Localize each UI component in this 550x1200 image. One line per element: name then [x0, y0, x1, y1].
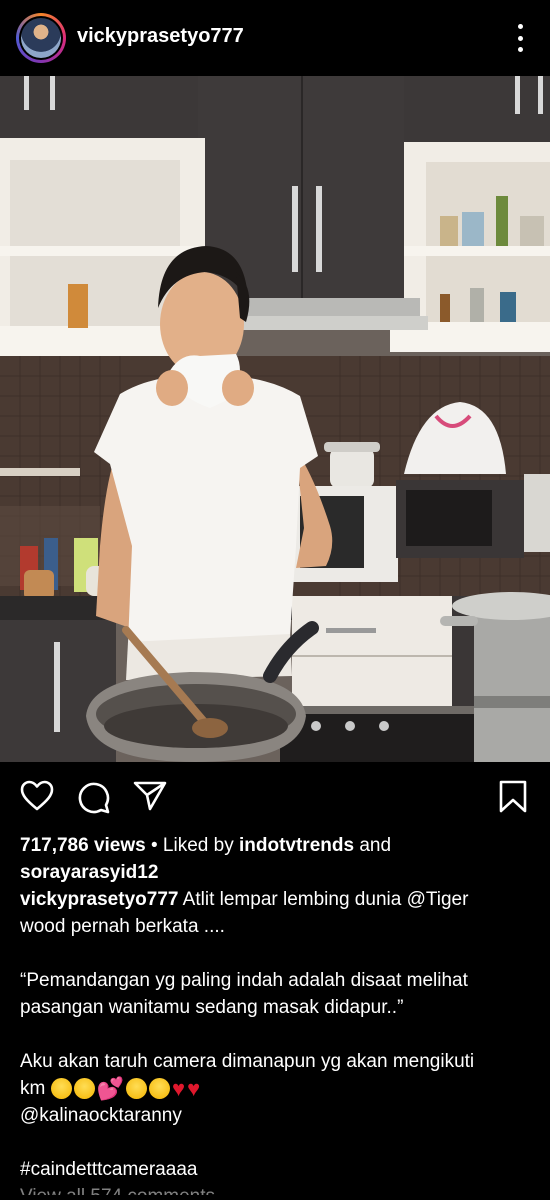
- liked-by-prefix: • Liked by: [145, 835, 239, 856]
- caption-quote-line-2: pasangan wanitamu sedang masak didapur..…: [20, 997, 404, 1018]
- red-heart-emoji-icon: ♥: [187, 1076, 201, 1102]
- post-actions: [0, 774, 550, 820]
- caption-line: vickyprasetyo777 Atlit lempar lembing du…: [20, 886, 530, 913]
- smile-emoji-icon: [50, 1078, 72, 1100]
- caption-text: Atlit lempar lembing dunia @Tiger: [178, 889, 469, 910]
- avatar[interactable]: [16, 13, 66, 63]
- post-video[interactable]: [0, 76, 550, 762]
- caption-text-line-5: Aku akan taruh camera dimanapun yg akan …: [20, 1051, 475, 1072]
- two-hearts-emoji-icon: 💕: [96, 1076, 125, 1102]
- emoji-row: 💕 ♥ ♥: [50, 1076, 201, 1102]
- avatar-image: [21, 18, 61, 58]
- caption-quote-line-1: “Pemandangan yg paling indah adalah disa…: [20, 970, 468, 991]
- liked-by-user[interactable]: indotvtrends: [239, 835, 354, 856]
- caption-gap: [20, 940, 530, 967]
- kitchen-video-frame: [0, 76, 550, 762]
- kiss-emoji-icon: [126, 1078, 148, 1100]
- caption-text-km: km: [20, 1078, 46, 1099]
- caption-hashtag[interactable]: #caindetttcameraaaa: [20, 1156, 530, 1183]
- caption-gap-3: [20, 1129, 530, 1156]
- caption-text-line-2: wood pernah berkata ....: [20, 916, 225, 937]
- smile-emoji-icon: [73, 1078, 95, 1100]
- views-line: 717,786 views • Liked by indotvtrends an…: [20, 832, 530, 859]
- heart-icon[interactable]: [20, 780, 54, 812]
- liked-by-user-2[interactable]: sorayarasyid12: [20, 859, 530, 886]
- caption-mention[interactable]: @kalinaocktaranny: [20, 1102, 530, 1129]
- kiss-emoji-icon: [149, 1078, 171, 1100]
- view-count[interactable]: 717,786 views: [20, 835, 146, 856]
- bookmark-icon[interactable]: [499, 780, 527, 814]
- caption-gap-2: [20, 1021, 530, 1048]
- red-heart-emoji-icon: ♥: [172, 1076, 186, 1102]
- post-header: vickyprasetyo777: [0, 0, 550, 76]
- caption-emoji-line: km 💕 ♥ ♥: [20, 1075, 530, 1102]
- comment-icon[interactable]: [77, 780, 111, 814]
- liked-by-and: and: [354, 835, 392, 856]
- more-vertical-icon[interactable]: [516, 24, 524, 52]
- avatar-ring: [19, 16, 63, 60]
- send-icon[interactable]: [133, 780, 167, 812]
- caption-username[interactable]: vickyprasetyo777: [20, 889, 178, 910]
- view-comments-link[interactable]: View all 574 comments: [20, 1183, 530, 1195]
- post-caption: 717,786 views • Liked by indotvtrends an…: [20, 832, 530, 1195]
- username[interactable]: vickyprasetyo777: [77, 25, 244, 48]
